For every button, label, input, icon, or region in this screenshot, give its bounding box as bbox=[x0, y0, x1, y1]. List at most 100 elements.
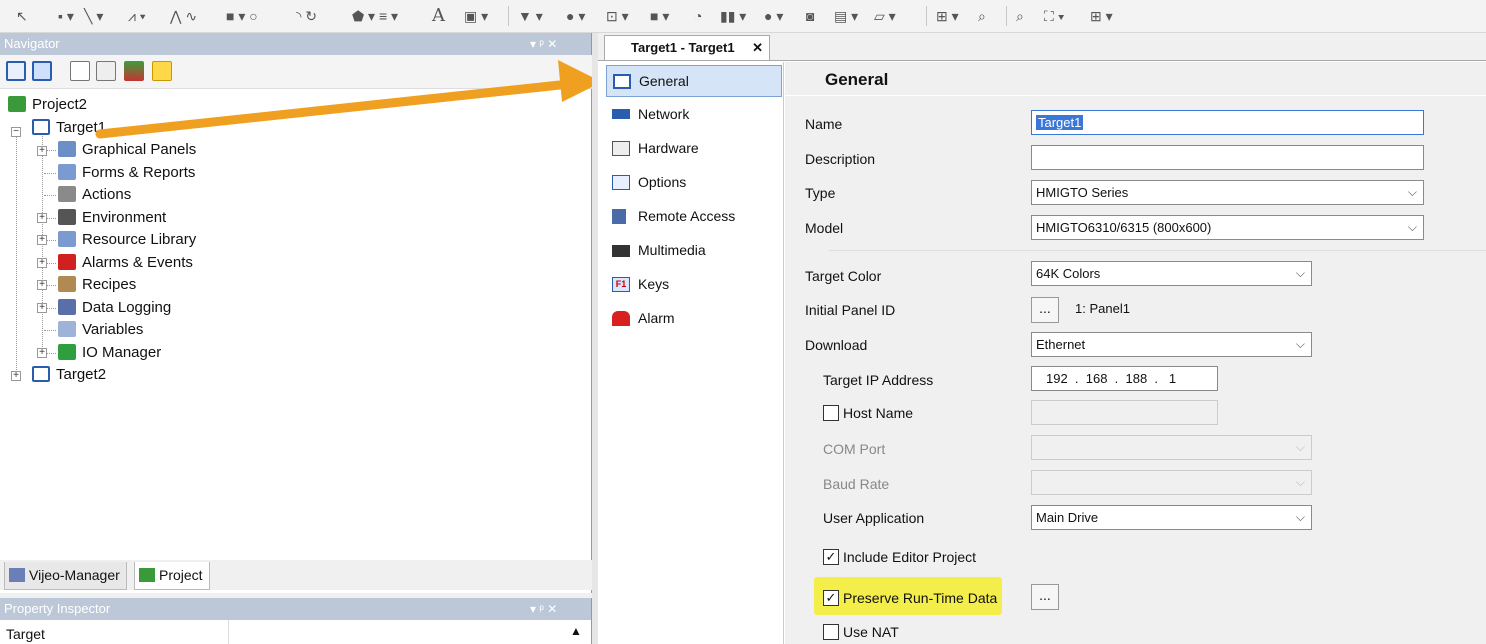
numeric-display-icon[interactable]: ⊡ ▾ bbox=[606, 6, 629, 26]
category-options[interactable]: Options bbox=[606, 167, 782, 199]
chevron-down-icon: ⌵ bbox=[1295, 510, 1305, 524]
drawing-toolbar: ↖ ▪ ▾ ╲ ▾ ⩘ ▾ ⋀ ∿ ■ ▾ ○ ◝ ↻ ⬟ ▾ ≡ ▾ A ▣ … bbox=[0, 0, 1486, 33]
network-icon bbox=[612, 109, 630, 119]
category-hardware[interactable]: Hardware bbox=[606, 133, 782, 165]
chevron-down-icon: ⌵ bbox=[1295, 337, 1305, 351]
ip-address-label: Target IP Address bbox=[823, 372, 934, 388]
ip-address-input[interactable]: 192 . 168 . 188 . 1 bbox=[1031, 366, 1218, 391]
host-name-checkbox[interactable] bbox=[823, 405, 839, 421]
tree-item-variables[interactable]: Variables bbox=[58, 319, 143, 341]
initial-panel-label: Initial Panel ID bbox=[805, 302, 896, 318]
fit-screen-icon[interactable]: ⛶ ▾ bbox=[1044, 6, 1065, 26]
tree-item-io-manager[interactable]: IO Manager bbox=[58, 342, 161, 364]
include-editor-checkbox[interactable]: ✓ bbox=[823, 549, 839, 565]
category-keys[interactable]: F1 Keys bbox=[606, 269, 782, 301]
category-network[interactable]: Network bbox=[606, 99, 782, 131]
tree-item-actions[interactable]: Actions bbox=[58, 184, 131, 206]
use-nat-label: Use NAT bbox=[843, 624, 899, 640]
expand-target2-icon[interactable]: + bbox=[11, 371, 21, 381]
tree-item-environment[interactable]: Environment bbox=[58, 207, 166, 229]
expand-icon[interactable]: + bbox=[37, 348, 47, 358]
camera-icon bbox=[612, 245, 630, 257]
download-select[interactable]: Ethernet ⌵ bbox=[1031, 332, 1312, 357]
baud-rate-select: ⌵ bbox=[1031, 470, 1312, 495]
trend-chart-icon[interactable]: ▱ ▾ bbox=[874, 6, 896, 26]
grid-icon[interactable]: ⊞ ▾ bbox=[1090, 6, 1113, 26]
baud-rate-label: Baud Rate bbox=[823, 476, 890, 492]
camera-tool-icon[interactable]: ◙ bbox=[806, 6, 814, 26]
text-tool-icon[interactable]: A bbox=[432, 6, 445, 26]
user-application-label: User Application bbox=[823, 510, 925, 526]
expand-icon[interactable]: + bbox=[37, 235, 47, 245]
type-label: Type bbox=[805, 185, 836, 201]
tree-item-resource-library[interactable]: Resource Library bbox=[58, 229, 196, 251]
picture-tool-icon[interactable]: ▣ ▾ bbox=[464, 6, 488, 26]
expand-icon[interactable]: + bbox=[37, 258, 47, 268]
library-icon bbox=[58, 231, 76, 247]
point-tool-icon[interactable]: ▪ ▾ bbox=[58, 6, 74, 26]
selector-tool-icon[interactable]: ● ▾ bbox=[764, 6, 783, 26]
divider bbox=[829, 250, 1486, 251]
hardware-icon bbox=[612, 141, 630, 156]
use-nat-checkbox[interactable] bbox=[823, 624, 839, 640]
type-select[interactable]: HMIGTO Series ⌵ bbox=[1031, 180, 1424, 205]
polyline-tool-icon[interactable]: ⩘ ▾ bbox=[128, 6, 146, 26]
switch-tool-icon[interactable]: ■ ▾ bbox=[650, 6, 669, 26]
pointer-tool-icon[interactable]: ↖ bbox=[16, 6, 28, 26]
category-remote-access[interactable]: Remote Access bbox=[606, 201, 782, 233]
recipes-icon bbox=[58, 276, 76, 292]
category-general[interactable]: General bbox=[606, 65, 782, 97]
arc-tool-icon[interactable]: ◝ ↻ bbox=[296, 6, 317, 26]
tab-vijeo-manager[interactable]: Vijeo-Manager bbox=[4, 562, 127, 590]
tree-item-data-logging[interactable]: Data Logging bbox=[58, 297, 171, 319]
lamp-tool-icon[interactable]: ● ▾ bbox=[566, 6, 585, 26]
category-multimedia[interactable]: Multimedia bbox=[606, 235, 782, 267]
preserve-runtime-checkbox[interactable]: ✓ bbox=[823, 590, 839, 606]
variables-icon bbox=[58, 321, 76, 337]
description-input[interactable] bbox=[1031, 145, 1424, 170]
tree-item-alarms-events[interactable]: Alarms & Events bbox=[58, 252, 193, 274]
preserve-runtime-browse-button[interactable]: ... bbox=[1031, 584, 1059, 610]
project-icon bbox=[139, 568, 155, 582]
tree-item-recipes[interactable]: Recipes bbox=[58, 274, 136, 296]
io-manager-icon bbox=[58, 344, 76, 360]
expand-icon[interactable]: + bbox=[37, 303, 47, 313]
host-name-input bbox=[1031, 400, 1218, 425]
tree-item-target2[interactable]: Target2 bbox=[32, 364, 106, 386]
target-icon bbox=[32, 366, 50, 382]
close-tab-icon[interactable]: ✕ bbox=[752, 36, 763, 59]
model-label: Model bbox=[805, 220, 844, 236]
window-tool-icon[interactable]: ▤ ▾ bbox=[834, 6, 858, 26]
category-alarm[interactable]: Alarm bbox=[606, 303, 782, 335]
polygon-tool-icon[interactable]: ⋀ ∿ bbox=[170, 6, 197, 26]
document-tab-target1[interactable]: Target1 - Target1 ✕ bbox=[604, 35, 770, 60]
expand-icon[interactable]: + bbox=[37, 213, 47, 223]
target-color-select[interactable]: 64K Colors ⌵ bbox=[1031, 261, 1312, 286]
property-row-label: Target bbox=[6, 626, 45, 642]
vijeo-manager-icon bbox=[9, 568, 25, 582]
navigator-panel: Navigator ▾ ᵖ ✕ Project2 − Target1 + Gra… bbox=[0, 33, 592, 593]
line-tool-icon[interactable]: ╲ ▾ bbox=[84, 6, 103, 26]
meter-tool-icon[interactable]: ◔ bbox=[694, 6, 702, 26]
environment-icon bbox=[58, 209, 76, 225]
zoom-out-icon[interactable]: ⌕ bbox=[1016, 6, 1024, 26]
target-color-label: Target Color bbox=[805, 268, 882, 284]
group-tool-icon[interactable]: ⊞ ▾ bbox=[936, 6, 959, 26]
com-port-select: ⌵ bbox=[1031, 435, 1312, 460]
button-tool-icon[interactable]: ▼ ▾ bbox=[518, 6, 543, 26]
expand-icon[interactable]: + bbox=[37, 280, 47, 290]
scroll-up-icon[interactable]: ▲ bbox=[570, 624, 582, 638]
model-select[interactable]: HMIGTO6310/6315 (800x600) ⌵ bbox=[1031, 215, 1424, 240]
user-application-select[interactable]: Main Drive ⌵ bbox=[1031, 505, 1312, 530]
chevron-down-icon: ⌵ bbox=[1295, 475, 1305, 489]
rectangle-tool-icon[interactable]: ■ ▾ ○ bbox=[226, 6, 258, 26]
name-input[interactable]: Target1 bbox=[1031, 110, 1424, 135]
chevron-down-icon: ⌵ bbox=[1295, 266, 1305, 280]
initial-panel-browse-button[interactable]: ... bbox=[1031, 297, 1059, 323]
panel-controls-icon[interactable]: ▾ ᵖ ✕ bbox=[530, 598, 557, 620]
zoom-icon[interactable]: ⌕ bbox=[978, 6, 986, 26]
com-port-label: COM Port bbox=[823, 441, 886, 457]
tab-project[interactable]: Project bbox=[134, 562, 210, 590]
bar-graph-icon[interactable]: ▮▮ ▾ bbox=[720, 6, 746, 26]
shape-tool-icon[interactable]: ⬟ ▾ ≡ ▾ bbox=[352, 6, 398, 26]
